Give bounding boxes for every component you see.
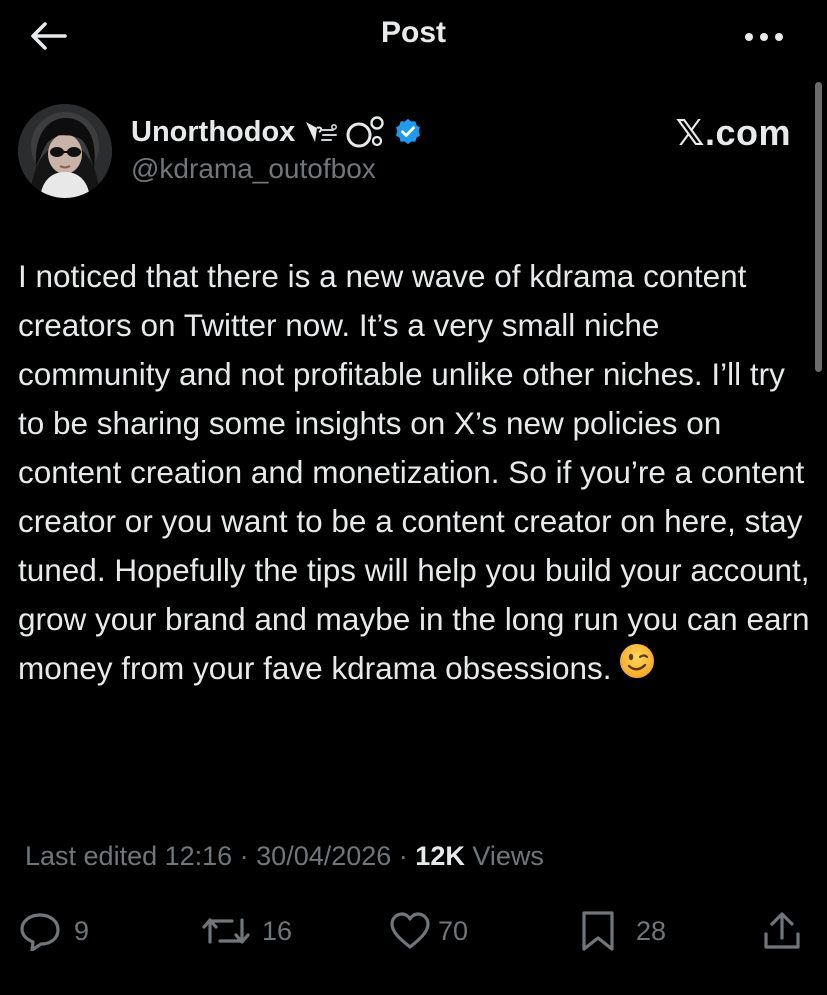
scrollbar[interactable] (815, 82, 822, 372)
bubbles-icon (346, 116, 385, 148)
post-meta: Last edited 12:16 · 30/04/2026 · 12K Vie… (25, 841, 544, 872)
display-name[interactable]: Unorthodox (131, 116, 295, 149)
winking-face-emoji (618, 642, 656, 694)
repost-count: 16 (262, 915, 293, 946)
winking-face-icon (619, 643, 654, 678)
more-options-button[interactable] (740, 22, 788, 52)
like-count: 70 (438, 915, 469, 946)
avatar-image (18, 104, 112, 198)
repost-button[interactable]: 16 (200, 905, 292, 957)
brand-watermark: 𝕏.com (675, 112, 791, 153)
reply-count: 9 (74, 915, 90, 946)
verified-badge-icon (396, 118, 421, 145)
reply-button[interactable]: 9 (18, 905, 89, 957)
views-label: Views (464, 841, 544, 871)
post-text: I noticed that there is a new wave of kd… (18, 252, 810, 697)
repost-icon (202, 918, 250, 944)
share-icon (764, 912, 800, 949)
reply-icon (20, 913, 60, 951)
wind-blowing-icon (306, 122, 338, 142)
author-handle[interactable]: @kdrama_outofbox (131, 153, 376, 185)
bookmark-icon (582, 911, 614, 951)
page-title: Post (380, 16, 446, 49)
more-horizontal-icon (745, 33, 783, 41)
like-button[interactable]: 70 (388, 905, 468, 957)
display-name-row[interactable]: Unorthodox (131, 112, 423, 152)
name-emoji-group (303, 115, 385, 149)
post-text-content: I noticed that there is a new wave of kd… (18, 258, 819, 686)
views-count: 12K (415, 841, 465, 871)
edited-timestamp[interactable]: Last edited 12:16 · 30/04/2026 · (25, 841, 415, 871)
action-bar: 9 16 70 28 (0, 905, 827, 957)
verified-badge[interactable] (393, 117, 423, 147)
avatar[interactable] (18, 104, 112, 198)
bookmark-count: 28 (636, 915, 667, 946)
heart-icon (390, 912, 430, 949)
share-button[interactable] (760, 905, 804, 957)
top-bar: Post (0, 0, 827, 72)
bookmark-button[interactable]: 28 (578, 905, 666, 957)
